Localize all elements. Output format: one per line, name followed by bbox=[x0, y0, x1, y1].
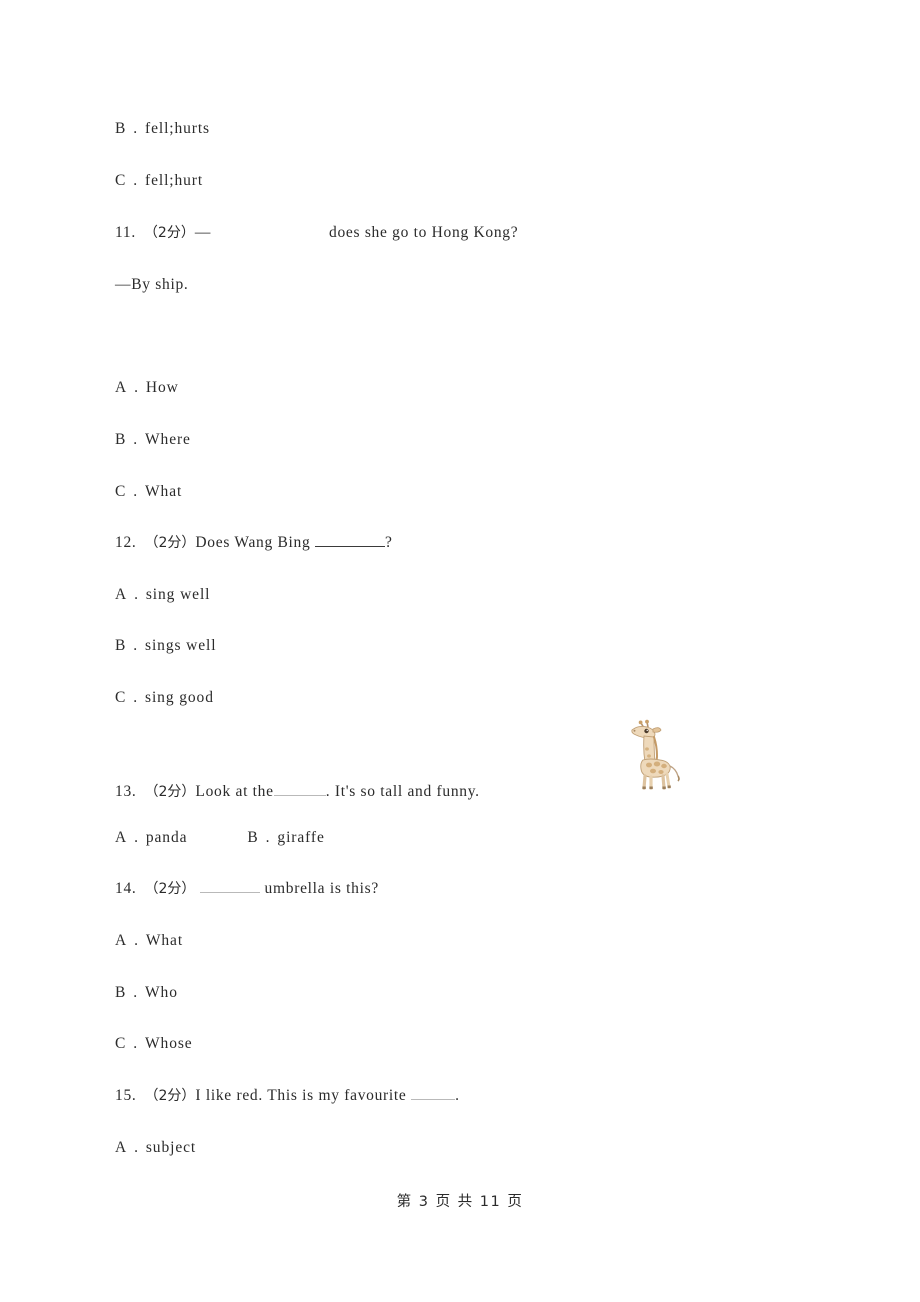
stem-after: . It's so tall and funny. bbox=[325, 783, 480, 800]
stem-after: . bbox=[455, 1087, 460, 1104]
question-score: （2分） bbox=[144, 784, 196, 800]
option-separator: . bbox=[133, 637, 139, 654]
question-number: 13. bbox=[115, 783, 137, 800]
answer-blank bbox=[411, 1099, 456, 1100]
option-label: C bbox=[115, 1035, 127, 1052]
question-number: 15. bbox=[115, 1087, 137, 1104]
stem-before: Look at the bbox=[195, 783, 274, 800]
option-row: C. sing good bbox=[115, 690, 214, 706]
stem-before: I like red. This is my favourite bbox=[195, 1087, 412, 1104]
stem-after: umbrella is this? bbox=[259, 880, 379, 897]
question-number: 14. bbox=[115, 880, 137, 897]
question-score: （2分） bbox=[144, 1088, 196, 1104]
question-stem-11: 11. （2分）— does she go to Hong Kong? bbox=[115, 225, 518, 241]
option-text: giraffe bbox=[277, 829, 325, 846]
option-label: A bbox=[115, 932, 128, 949]
option-label: A bbox=[115, 586, 128, 603]
option-row: C. Whose bbox=[115, 1036, 193, 1052]
option-separator: . bbox=[133, 1035, 139, 1052]
question-stem-13: 13. （2分）Look at the . It's so tall and fun… bbox=[115, 784, 480, 800]
stem-after: ? bbox=[385, 534, 393, 551]
stem-after: does she go to Hong Kong? bbox=[329, 224, 519, 241]
option-text: How bbox=[145, 379, 179, 396]
answer-blank bbox=[273, 795, 326, 796]
option-separator: . bbox=[265, 829, 271, 846]
option-text: Who bbox=[145, 984, 178, 1001]
option-row: B. Where bbox=[115, 432, 191, 448]
option-text: sings well bbox=[145, 637, 217, 654]
option-text: Whose bbox=[145, 1035, 193, 1052]
option-separator: . bbox=[133, 120, 139, 137]
option-label: A bbox=[115, 379, 128, 396]
question-stem-11-line2: —By ship. bbox=[115, 277, 188, 293]
option-text: fell;hurt bbox=[145, 172, 204, 189]
option-text: panda bbox=[145, 829, 188, 846]
option-row: A. panda B. giraffe bbox=[115, 830, 325, 846]
option-label: C bbox=[115, 483, 127, 500]
option-separator: . bbox=[134, 379, 139, 396]
option-text: What bbox=[145, 932, 184, 949]
option-row: A. How bbox=[115, 380, 179, 396]
option-separator: . bbox=[134, 586, 139, 603]
option-label: B bbox=[115, 984, 127, 1001]
question-stem-15: 15. （2分）I like red. This is my favourite … bbox=[115, 1088, 460, 1104]
option-label: A bbox=[115, 829, 128, 846]
page-footer: 第 3 页 共 11 页 bbox=[396, 1194, 524, 1210]
question-score: （2分） bbox=[144, 535, 196, 551]
stem-before: — bbox=[194, 224, 212, 241]
option-label: B bbox=[247, 829, 259, 846]
stem-line2: —By ship. bbox=[115, 276, 189, 293]
question-stem-14: 14. （2分） umbrella is this? bbox=[115, 881, 379, 897]
option-text: What bbox=[145, 483, 183, 500]
option-separator: . bbox=[133, 172, 139, 189]
answer-blank bbox=[199, 892, 260, 893]
answer-blank bbox=[315, 546, 386, 547]
option-separator: . bbox=[133, 431, 139, 448]
exam-page: B. fell;hurts C. fell;hurt 11. （2分）— does sh… bbox=[0, 0, 920, 1302]
stem-before bbox=[195, 880, 200, 897]
option-text: sing well bbox=[145, 586, 211, 603]
giraffe-icon bbox=[618, 716, 692, 790]
option-separator: . bbox=[134, 1139, 139, 1156]
option-row: C. What bbox=[115, 484, 182, 500]
question-stem-12: 12. （2分）Does Wang Bing ? bbox=[115, 535, 393, 551]
option-row: A. subject bbox=[115, 1140, 196, 1156]
option-label: B bbox=[115, 637, 127, 654]
question-number: 12. bbox=[115, 534, 137, 551]
option-row: B. sings well bbox=[115, 638, 216, 654]
option-separator: . bbox=[134, 932, 139, 949]
option-text: Where bbox=[145, 431, 191, 448]
option-label: A bbox=[115, 1139, 128, 1156]
option-row: C. fell;hurt bbox=[115, 173, 203, 189]
option-text: sing good bbox=[145, 689, 214, 706]
option-text: subject bbox=[145, 1139, 197, 1156]
question-score: （2分） bbox=[143, 225, 195, 241]
option-label: C bbox=[115, 689, 127, 706]
option-row: B. Who bbox=[115, 985, 178, 1001]
option-text: fell;hurts bbox=[145, 120, 210, 137]
stem-before: Does Wang Bing bbox=[195, 534, 316, 551]
option-label: B bbox=[115, 431, 127, 448]
option-label: C bbox=[115, 172, 127, 189]
option-separator: . bbox=[133, 689, 139, 706]
option-row: B. fell;hurts bbox=[115, 121, 210, 137]
option-row: A. What bbox=[115, 933, 183, 949]
option-separator: . bbox=[134, 829, 139, 846]
option-separator: . bbox=[133, 483, 139, 500]
question-number: 11. bbox=[115, 224, 136, 241]
option-label: B bbox=[115, 120, 127, 137]
option-separator: . bbox=[133, 984, 139, 1001]
question-score: （2分） bbox=[144, 881, 196, 897]
option-row: A. sing well bbox=[115, 587, 210, 603]
